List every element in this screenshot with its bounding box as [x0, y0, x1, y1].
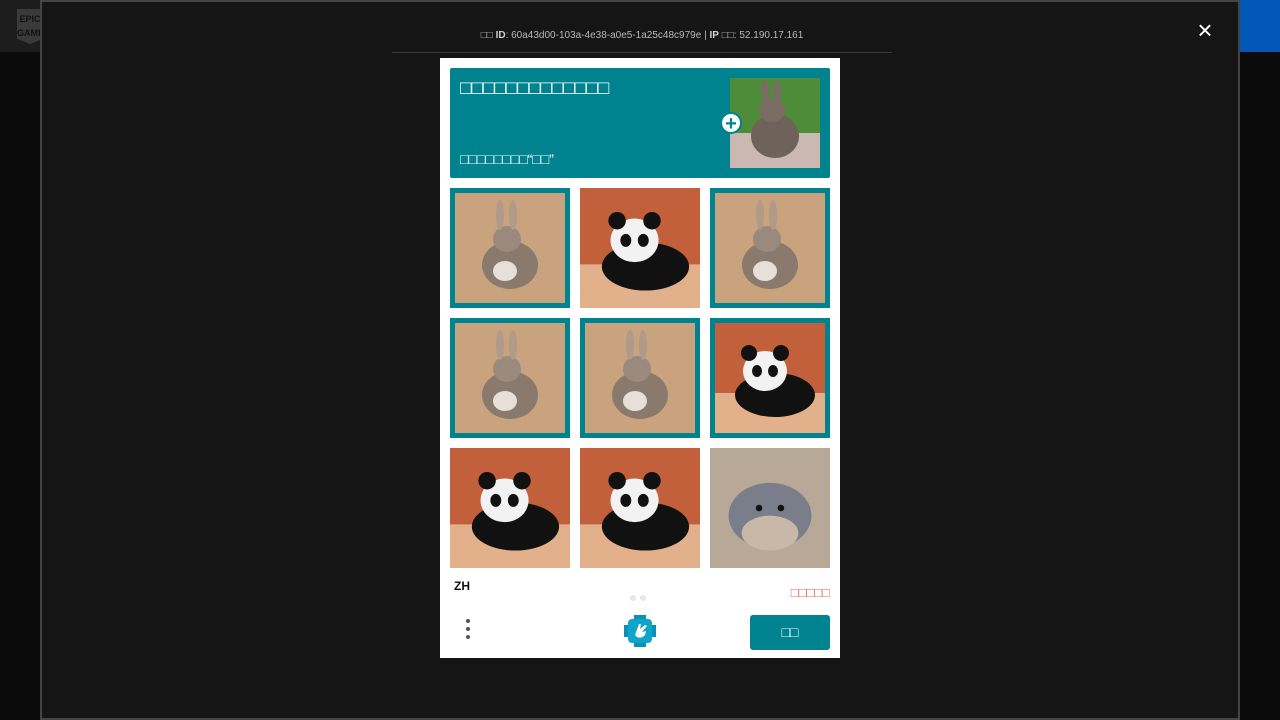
captcha-modal: □□ ID: 60a43d00-103a-4e38-a0e5-1a25c48c9… — [40, 0, 1240, 720]
image-tile[interactable] — [450, 318, 570, 438]
image-tile[interactable] — [450, 448, 570, 568]
id-value: 60a43d00-103a-4e38-a0e5-1a25c48c979e — [511, 30, 702, 41]
page-dot — [630, 595, 636, 601]
panda-image — [715, 323, 825, 433]
id-prefix: □□ — [480, 30, 493, 41]
rabbit-image — [715, 193, 825, 303]
image-tile[interactable] — [580, 318, 700, 438]
page-dots — [630, 588, 650, 606]
hamster-image — [710, 448, 830, 568]
meta-separator: | — [704, 30, 707, 41]
status-message: □□□□□ — [790, 585, 830, 600]
close-icon[interactable]: × — [1192, 17, 1218, 44]
top-bar-blue-button[interactable] — [1236, 0, 1280, 52]
panda-image — [450, 448, 570, 568]
ip-label: IP — [709, 30, 719, 41]
ip-suffix: □□ — [721, 30, 734, 41]
id-label: ID — [495, 30, 506, 41]
captcha-meta-info: □□ ID: 60a43d00-103a-4e38-a0e5-1a25c48c9… — [480, 30, 804, 41]
panda-image — [580, 188, 700, 308]
example-image — [730, 78, 820, 168]
rabbit-image — [455, 323, 565, 433]
ip-value: 52.190.17.161 — [739, 30, 804, 41]
image-tile[interactable] — [710, 188, 830, 308]
rabbit-image — [455, 193, 565, 303]
image-tile[interactable] — [580, 188, 700, 308]
image-tile[interactable] — [580, 448, 700, 568]
hcaptcha-logo-icon[interactable] — [624, 615, 656, 647]
plus-icon: + — [720, 112, 742, 134]
image-tile[interactable] — [450, 188, 570, 308]
page-dot — [640, 595, 646, 601]
meta-divider — [392, 52, 892, 53]
rabbit-image — [585, 323, 695, 433]
prompt-banner: □□□□□□□□□□□□□ □□□□□□□□“□□” + — [450, 68, 830, 178]
prompt-subtitle: □□□□□□□□“□□” — [460, 151, 554, 167]
verify-button[interactable]: □□ — [750, 615, 830, 650]
prompt-title: □□□□□□□□□□□□□ — [460, 78, 610, 99]
language-selector[interactable]: ZH — [454, 579, 470, 593]
panda-image — [580, 448, 700, 568]
captcha-card: □□□□□□□□□□□□□ □□□□□□□□“□□” + ZH □□□□□ □□ — [440, 58, 840, 658]
image-tile[interactable] — [710, 318, 830, 438]
more-options-icon[interactable] — [464, 619, 472, 645]
image-tile[interactable] — [710, 448, 830, 568]
